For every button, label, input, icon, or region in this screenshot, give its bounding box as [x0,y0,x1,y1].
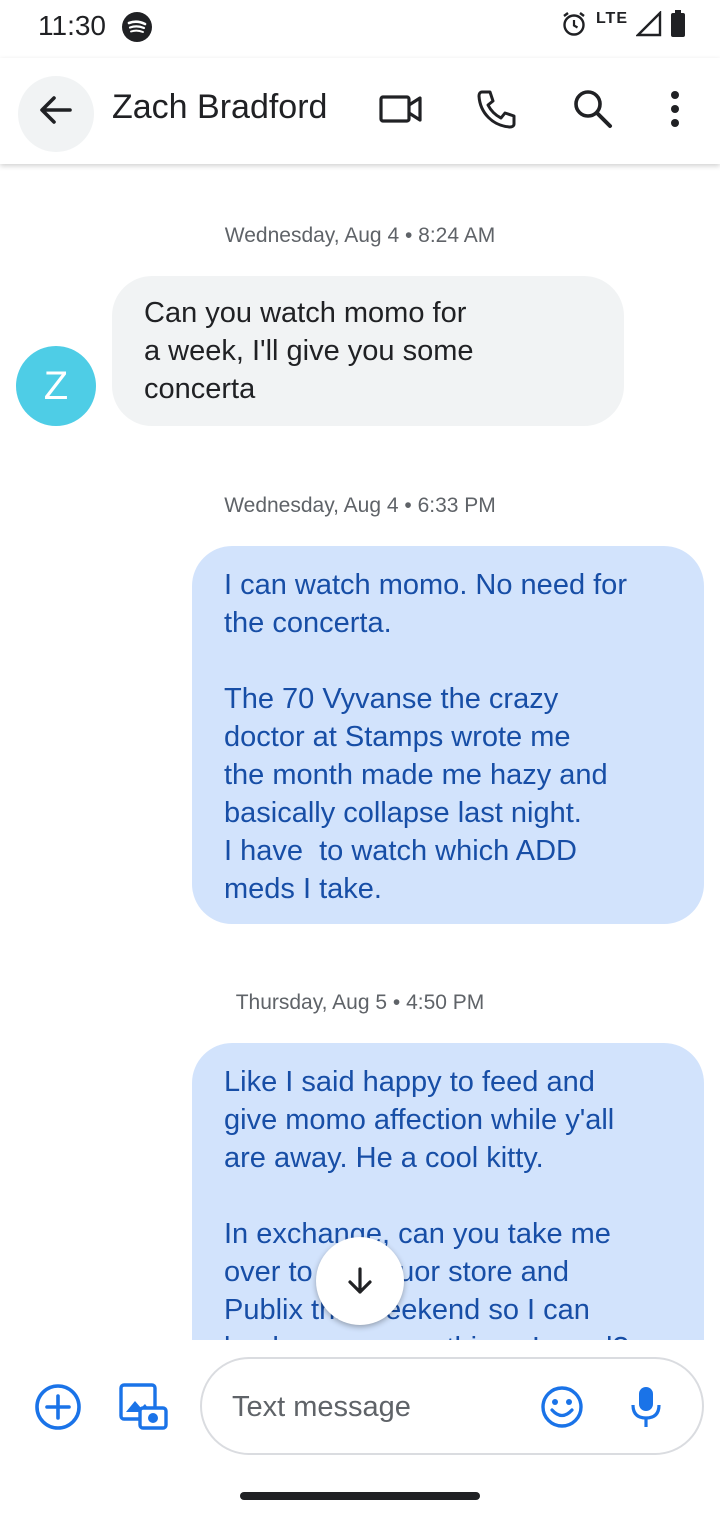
message-date: Thursday, Aug 5 • 4:50 PM [235,991,485,1014]
message-input-placeholder: Text message [232,1391,411,1423]
status-bar: 11:30 LTE [0,0,720,56]
search-icon[interactable] [570,86,616,132]
video-call-icon[interactable] [378,86,424,132]
contact-name[interactable]: Zach Bradford [112,88,327,127]
microphone-icon[interactable] [626,1385,666,1429]
message-date: Wednesday, Aug 4 • 6:33 PM [224,494,496,517]
contact-avatar[interactable]: Z [16,346,96,426]
outgoing-message-bubble[interactable]: Like I said happy to feed and give momo … [192,1043,704,1383]
message-date: Wednesday, Aug 4 • 8:24 AM [224,224,496,247]
scroll-to-bottom-button[interactable] [316,1237,404,1325]
more-vert-icon[interactable] [660,86,690,132]
add-attachment-icon[interactable] [34,1383,82,1431]
incoming-message-bubble[interactable]: Can you watch momo for a week, I'll give… [112,276,624,426]
status-time: 11:30 [38,10,106,41]
spotify-icon [122,12,152,42]
conversation-header: Zach Bradford [0,58,720,164]
alarm-icon [563,12,585,36]
battery-icon [671,10,685,37]
gallery-camera-icon[interactable] [118,1382,168,1432]
network-type: LTE [595,10,628,27]
home-indicator[interactable] [240,1492,480,1500]
back-arrow-icon[interactable] [36,90,76,130]
outgoing-message-bubble[interactable]: I can watch momo. No need for the concer… [192,546,704,924]
signal-icon [636,11,662,37]
emoji-icon[interactable] [540,1385,584,1429]
message-input[interactable]: Text message [200,1357,704,1455]
phone-icon[interactable] [474,86,520,132]
arrow-down-icon [348,1267,372,1294]
